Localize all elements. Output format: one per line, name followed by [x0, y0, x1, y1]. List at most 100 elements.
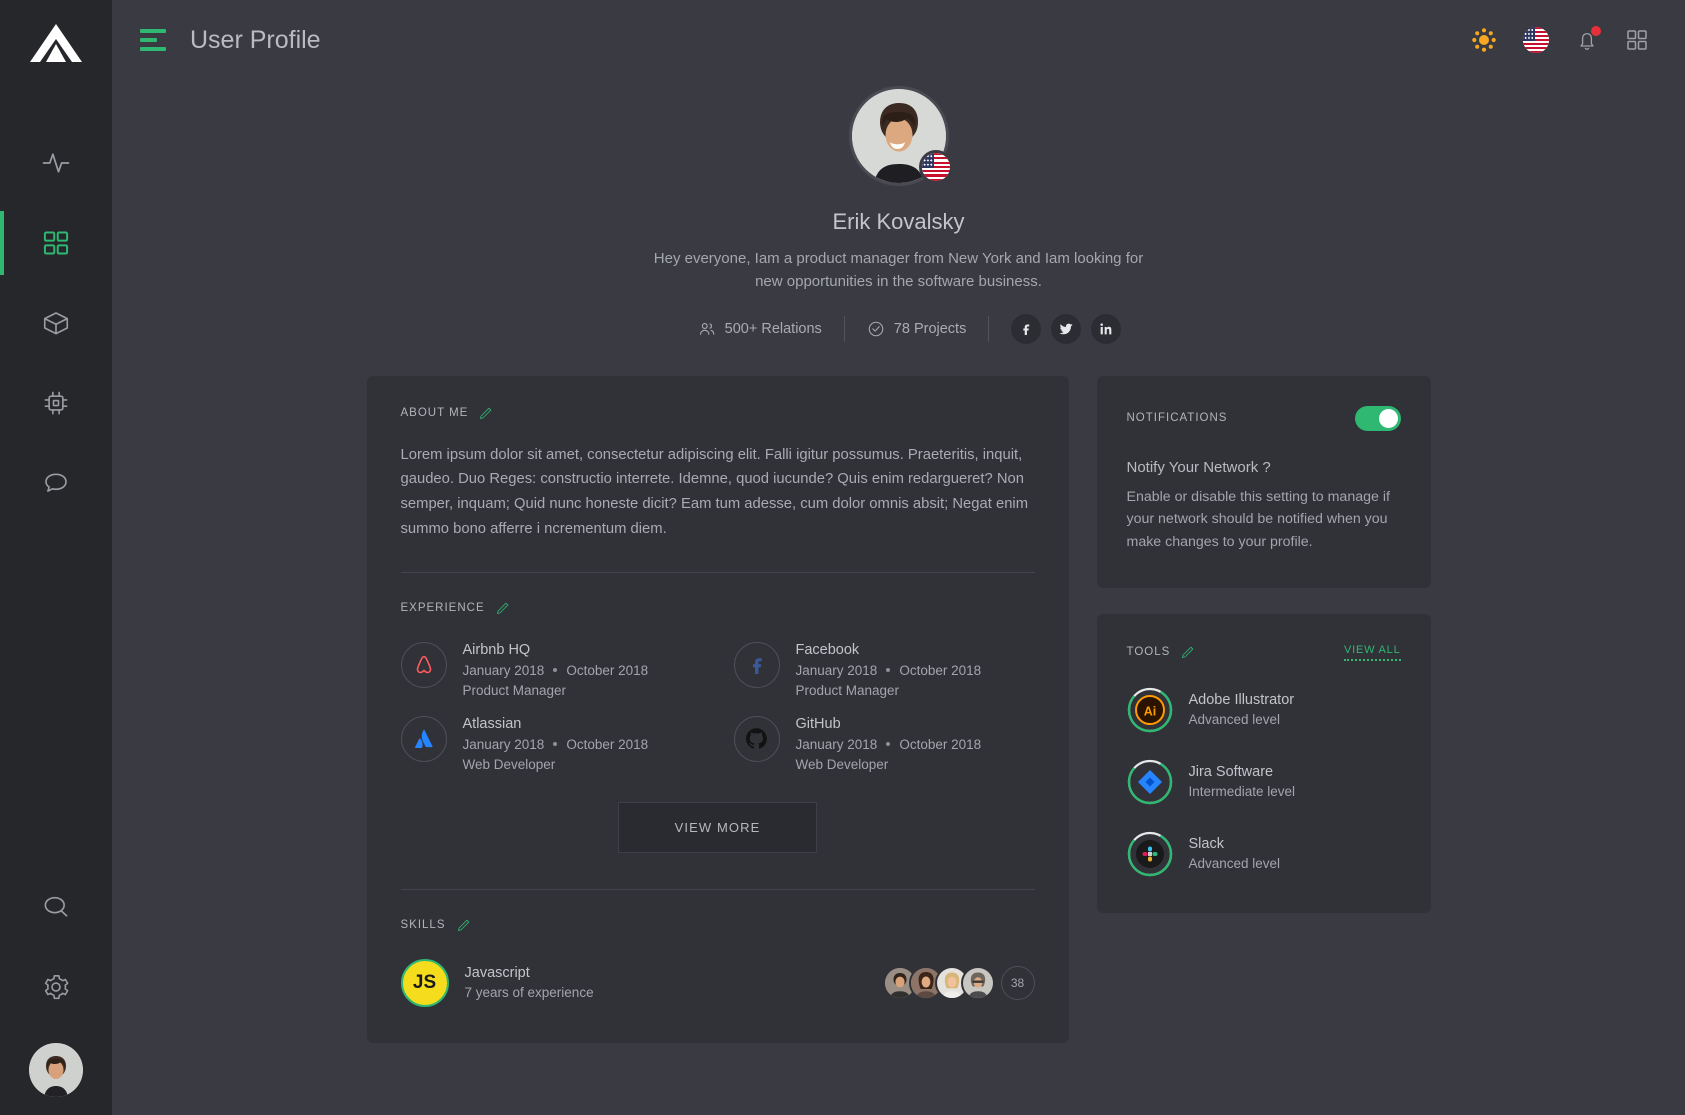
toggle-knob — [1378, 408, 1398, 428]
sidebar-item-messages[interactable] — [0, 443, 112, 523]
experience-role: Product Manager — [795, 682, 900, 698]
separator-dot — [886, 668, 891, 673]
experience-item[interactable]: Atlassian January 2018 October 2018 Web … — [400, 715, 702, 772]
tool-name: Jira Software — [1188, 764, 1274, 781]
bell-icon[interactable] — [1575, 26, 1601, 52]
notifications-card: NOTIFICATIONS Notify Your Network ? Enab… — [1096, 375, 1431, 588]
pencil-edit-icon[interactable] — [478, 406, 493, 421]
experience-role: Web Developer — [462, 756, 556, 772]
tool-name: Slack — [1188, 836, 1224, 853]
experience-list: Airbnb HQ January 2018 October 2018 Prod… — [400, 641, 1035, 772]
notifications-title: NOTIFICATIONS — [1126, 412, 1228, 424]
experience-title: EXPERIENCE — [400, 602, 485, 615]
sidebar-item-settings[interactable] — [0, 947, 112, 1027]
profile-avatar[interactable] — [848, 86, 953, 186]
relations-label: 500+ Relations — [724, 320, 822, 337]
about-me-title: ABOUT ME — [400, 407, 469, 419]
experience-item[interactable]: GitHub January 2018 October 2018 Web Dev… — [733, 715, 1035, 772]
progress-ring — [1127, 759, 1172, 804]
page-title: User Profile — [190, 25, 321, 54]
experience-end: October 2018 — [899, 736, 982, 752]
experience-start: January 2018 — [462, 662, 545, 678]
tool-level: Advanced level — [1188, 712, 1281, 728]
grid-dashboard-icon — [43, 231, 69, 255]
skill-text: Javascript 7 years of experience — [465, 965, 594, 1000]
sidebar-item-dashboard[interactable] — [0, 203, 112, 283]
search-icon — [44, 896, 68, 917]
skills-header: SKILLS — [401, 918, 1035, 933]
relations-stat[interactable]: 500+ Relations — [676, 320, 844, 338]
experience-item[interactable]: Airbnb HQ January 2018 October 2018 Prod… — [400, 641, 702, 698]
gear-icon — [44, 974, 69, 1000]
tool-item[interactable]: Slack Advanced level — [1127, 831, 1401, 877]
notifications-toggle[interactable] — [1354, 405, 1401, 431]
sidebar-item-search[interactable] — [0, 867, 112, 947]
about-me-header: ABOUT ME — [401, 406, 1035, 421]
notifications-question: Notify Your Network ? — [1126, 458, 1271, 476]
experience-dates: January 2018 October 2018 — [796, 663, 982, 678]
us-flag-icon[interactable] — [1523, 27, 1549, 53]
skill-experience: 7 years of experience — [464, 985, 594, 1001]
tool-item[interactable]: Ai Adobe Illustrator Advanced level — [1127, 687, 1401, 733]
skill-item[interactable]: JS Javascript 7 years of experience 38 — [400, 958, 1035, 1007]
tool-level: Advanced level — [1188, 856, 1281, 872]
experience-company: GitHub — [795, 715, 841, 732]
notifications-header: NOTIFICATIONS — [1126, 405, 1401, 431]
sidebar — [0, 0, 112, 1115]
about-me-text: Lorem ipsum dolor sit amet, consectetur … — [400, 446, 1029, 538]
pencil-edit-icon[interactable] — [456, 918, 471, 933]
twitter-icon[interactable] — [1051, 313, 1082, 344]
sidebar-user-avatar[interactable] — [29, 1043, 83, 1097]
notification-badge — [1591, 26, 1601, 36]
avatar[interactable] — [960, 965, 995, 1000]
experience-header: EXPERIENCE — [401, 601, 1035, 616]
experience-role: Product Manager — [462, 682, 567, 698]
tool-item[interactable]: Jira Software Intermediate level — [1127, 759, 1401, 805]
grid-apps-icon[interactable] — [1625, 28, 1649, 52]
hamburger-menu-icon[interactable] — [140, 29, 166, 51]
skills-title: SKILLS — [400, 919, 446, 932]
experience-end: October 2018 — [899, 662, 982, 678]
projects-stat[interactable]: 78 Projects — [845, 320, 989, 338]
view-more-button[interactable]: VIEW MORE — [617, 801, 818, 853]
pencil-edit-icon[interactable] — [1180, 645, 1195, 660]
pencil-edit-icon[interactable] — [495, 601, 510, 616]
profile-name: Erik Kovalsky — [832, 209, 965, 234]
tool-level: Intermediate level — [1188, 784, 1296, 800]
avatar-image — [29, 1043, 83, 1097]
sun-brightness-icon[interactable] — [1471, 27, 1497, 53]
sidebar-item-activity[interactable] — [0, 123, 112, 203]
view-all-button[interactable]: VIEW ALL — [1343, 644, 1401, 661]
cpu-chip-icon — [44, 391, 68, 415]
github-icon — [733, 715, 780, 762]
social-links — [989, 313, 1122, 344]
facebook-icon[interactable] — [1011, 313, 1042, 344]
atlassian-icon — [400, 715, 447, 762]
experience-company: Airbnb HQ — [462, 641, 531, 658]
experience-item[interactable]: Facebook January 2018 October 2018 Produ… — [733, 641, 1035, 698]
topbar: User Profile — [112, 0, 1685, 80]
separator-dot — [553, 742, 558, 747]
experience-role: Web Developer — [795, 756, 889, 772]
airbnb-icon — [400, 641, 447, 688]
triangle-logo[interactable] — [28, 22, 84, 71]
linkedin-icon[interactable] — [1091, 313, 1122, 344]
progress-ring — [1127, 687, 1172, 732]
sidebar-item-hardware[interactable] — [0, 363, 112, 443]
experience-end: October 2018 — [566, 736, 649, 752]
people-icon — [699, 322, 714, 335]
experience-end: October 2018 — [566, 662, 649, 678]
experience-start: January 2018 — [462, 736, 545, 752]
app-root: User Profile Erik Kovalsky Hey everyone,… — [0, 0, 1685, 1115]
experience-dates: January 2018 October 2018 — [463, 663, 649, 678]
javascript-icon: JS — [400, 958, 449, 1007]
tool-progress-ring — [1127, 759, 1173, 805]
content-grid: ABOUT ME Lorem ipsum dolor sit amet, con… — [112, 344, 1685, 1043]
sidebar-item-packages[interactable] — [0, 283, 112, 363]
experience-dates: January 2018 October 2018 — [796, 737, 982, 752]
skill-people-count[interactable]: 38 — [1000, 965, 1035, 1000]
cube-box-icon — [43, 312, 69, 335]
sidebar-bottom — [0, 867, 112, 1115]
sidebar-nav — [0, 123, 112, 523]
experience-company: Facebook — [795, 641, 860, 658]
